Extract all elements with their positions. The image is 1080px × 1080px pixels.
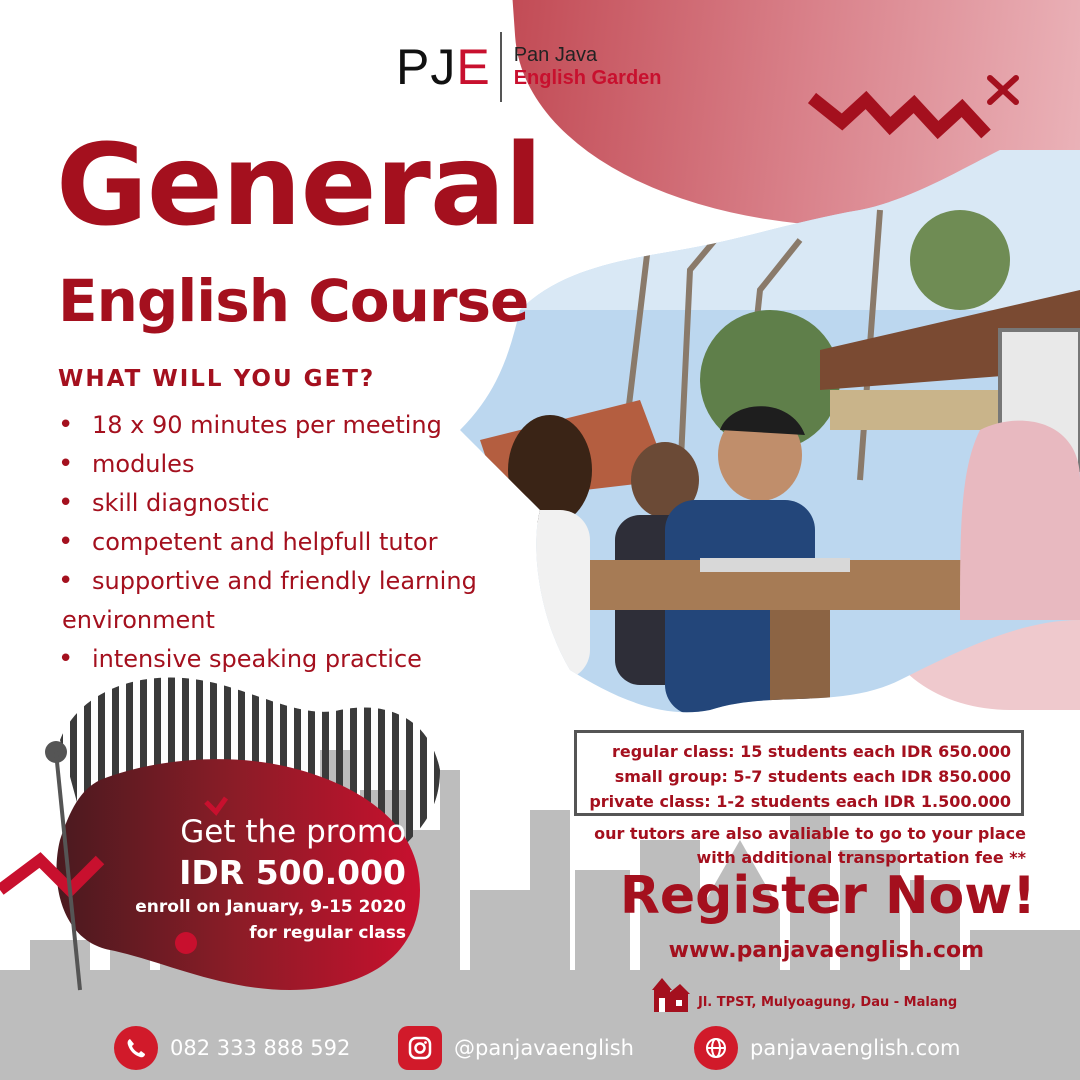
logo-tagline: English Garden xyxy=(513,67,662,89)
price-regular: regular class: 15 students each IDR 650.… xyxy=(611,742,1011,761)
address: Jl. TPST, Mulyoagung, Dau - Malang xyxy=(648,972,957,1014)
logo-text: Pan Java English Garden xyxy=(514,44,662,90)
footer-instagram[interactable]: @panjavaenglish xyxy=(398,1026,634,1070)
price-private: private class: 1-2 students each IDR 1.5… xyxy=(589,792,1011,811)
instagram-handle: @panjavaenglish xyxy=(454,1036,634,1060)
promo-text: Get the promo IDR 500.000 enroll on Janu… xyxy=(60,812,406,946)
benefit-item: skill diagnostic xyxy=(58,484,528,523)
house-icon xyxy=(652,978,690,1012)
promo-condition: for regular class xyxy=(249,923,406,943)
promo-price: IDR 500.000 xyxy=(179,853,406,892)
register-now-heading[interactable]: Register Now! xyxy=(596,867,1036,925)
price-box: regular class: 15 students each IDR 650.… xyxy=(574,730,1024,816)
benefits-question: WHAT WILL YOU GET? xyxy=(58,366,376,392)
poster: PJ E Pan Java English Garden General Eng… xyxy=(0,0,1080,1080)
footer-website: panjavaenglish.com xyxy=(750,1036,961,1060)
address-text: Jl. TPST, Mulyoagung, Dau - Malang xyxy=(698,995,958,1010)
price-small-group: small group: 5-7 students each IDR 850.0… xyxy=(614,767,1011,786)
instagram-icon xyxy=(398,1026,442,1070)
tutor-note: our tutors are also avaliable to go to y… xyxy=(560,822,1026,870)
benefit-item: 18 x 90 minutes per meeting xyxy=(58,406,528,445)
promo-headline: Get the promo xyxy=(180,814,406,850)
website-link[interactable]: www.panjavaenglish.com xyxy=(600,938,984,963)
footer-web[interactable]: panjavaenglish.com xyxy=(694,1026,961,1070)
footer-phone[interactable]: 082 333 888 592 xyxy=(114,1026,350,1070)
benefit-item: modules xyxy=(58,445,528,484)
benefits-list: 18 x 90 minutes per meeting modules skil… xyxy=(58,406,528,679)
globe-icon xyxy=(694,1026,738,1070)
promo-dates: enroll on January, 9-15 2020 xyxy=(135,897,406,917)
cross-icon-top xyxy=(987,75,1019,105)
zigzag-top-decoration xyxy=(807,90,991,140)
logo-initials: PJ xyxy=(396,39,457,95)
phone-icon xyxy=(114,1026,158,1070)
logo-name: Pan Java xyxy=(513,44,598,66)
benefit-item: competent and helpfull tutor xyxy=(58,523,528,562)
page-title: General xyxy=(56,121,543,251)
tutor-note-line1: our tutors are also avaliable to go to y… xyxy=(594,824,1026,843)
logo-divider xyxy=(499,32,502,102)
benefit-item: intensive speaking practice xyxy=(58,640,528,679)
phone-number: 082 333 888 592 xyxy=(170,1036,351,1060)
page-subtitle: English Course xyxy=(58,267,529,335)
logo-initial-e: E xyxy=(456,39,490,95)
benefit-item: supportive and friendly learning environ… xyxy=(58,562,528,640)
brand-logo: PJ E Pan Java English Garden xyxy=(396,32,662,102)
